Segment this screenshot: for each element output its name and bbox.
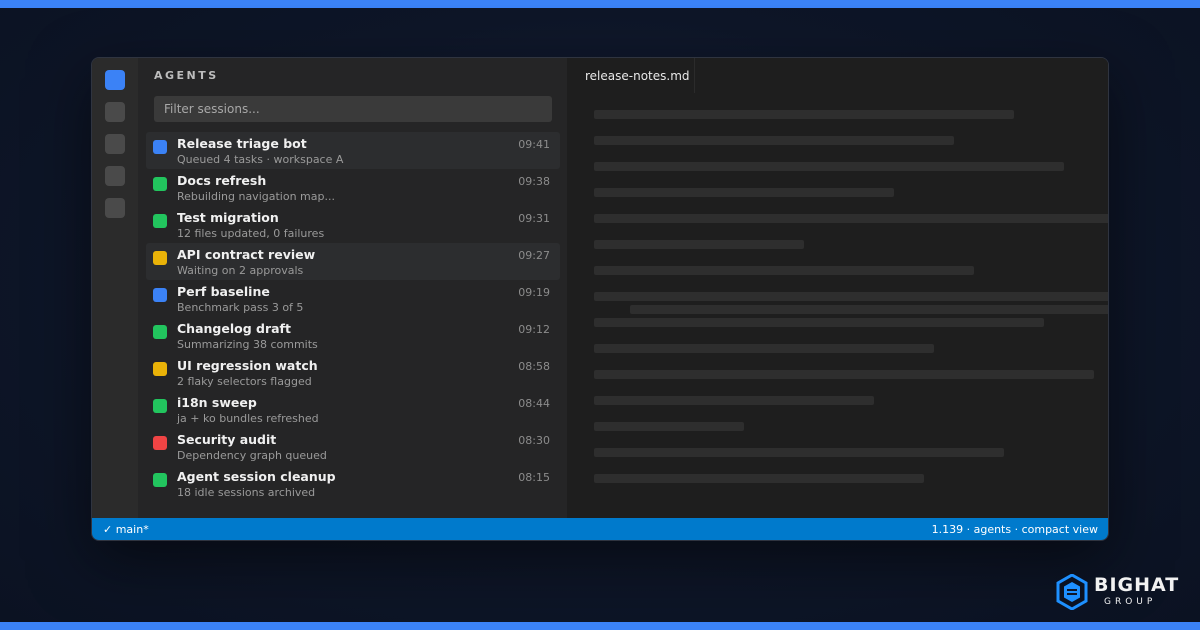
session-name: UI regression watch <box>177 358 318 373</box>
session-description: 2 flaky selectors flagged <box>177 375 312 388</box>
session-item[interactable]: UI regression watch 2 flaky selectors fla… <box>146 354 560 391</box>
text-line <box>594 396 874 405</box>
activity-item-3-icon[interactable] <box>105 134 125 154</box>
logo-name: BIGHAT <box>1094 574 1180 596</box>
status-info[interactable]: 1.139 · agents · compact view <box>932 523 1098 536</box>
session-description: Dependency graph queued <box>177 449 327 462</box>
session-time: 09:19 <box>518 286 550 299</box>
session-description: 18 idle sessions archived <box>177 486 316 499</box>
top-accent-bar <box>0 0 1200 8</box>
text-line <box>594 214 1108 223</box>
session-time: 08:30 <box>518 434 550 447</box>
session-name: Perf baseline <box>177 284 270 299</box>
session-item[interactable]: API contract review Waiting on 2 approval… <box>146 243 560 280</box>
session-name: i18n sweep <box>177 395 257 410</box>
session-description: Summarizing 38 commits <box>177 338 318 351</box>
app-window: AGENTS Release triage bot Queued 4 tasks … <box>91 57 1109 541</box>
session-item[interactable]: Release triage bot Queued 4 tasks · works… <box>146 132 560 169</box>
hexagon-logo-icon <box>1056 574 1088 610</box>
activity-item-2-icon[interactable] <box>105 102 125 122</box>
session-name: API contract review <box>177 247 316 262</box>
status-dot-icon <box>153 436 167 450</box>
session-description: ja + ko bundles refreshed <box>177 412 319 425</box>
bighat-logo: BIGHAT GROUP <box>1056 574 1180 610</box>
text-line <box>630 305 1108 314</box>
text-line <box>594 240 804 249</box>
status-branch[interactable]: ✓ main* <box>103 523 149 536</box>
session-item[interactable]: Changelog draft Summarizing 38 commits 09:… <box>146 317 560 354</box>
session-time: 09:27 <box>518 249 550 262</box>
tab-release-notes[interactable]: release-notes.md <box>567 58 695 93</box>
text-line <box>594 136 954 145</box>
session-name: Docs refresh <box>177 173 267 188</box>
text-line <box>594 422 744 431</box>
status-dot-icon <box>153 362 167 376</box>
status-dot-icon <box>153 399 167 413</box>
session-name: Release triage bot <box>177 136 307 151</box>
text-line <box>594 188 894 197</box>
status-dot-icon <box>153 325 167 339</box>
session-name: Changelog draft <box>177 321 291 336</box>
session-description: Waiting on 2 approvals <box>177 264 304 277</box>
session-item[interactable]: Security audit Dependency graph queued 08:… <box>146 428 560 465</box>
session-time: 09:41 <box>518 138 550 151</box>
session-name: Agent session cleanup <box>177 469 336 484</box>
session-item[interactable]: Perf baseline Benchmark pass 3 of 5 09:19 <box>146 280 560 317</box>
text-line <box>594 318 1044 327</box>
sidebar-title: AGENTS <box>154 69 219 82</box>
session-list: Release triage bot Queued 4 tasks · works… <box>146 132 560 502</box>
status-bar: ✓ main* 1.139 · agents · compact view <box>92 518 1108 540</box>
status-dot-icon <box>153 177 167 191</box>
session-time: 08:58 <box>518 360 550 373</box>
session-description: Queued 4 tasks · workspace A <box>177 153 344 166</box>
session-item[interactable]: Test migration 12 files updated, 0 failur… <box>146 206 560 243</box>
text-line <box>594 292 1108 301</box>
session-item[interactable]: i18n sweep ja + ko bundles refreshed 08:44 <box>146 391 560 428</box>
activity-agents-icon[interactable] <box>105 70 125 90</box>
session-description: Rebuilding navigation map... <box>177 190 335 203</box>
text-line <box>594 110 1014 119</box>
bottom-accent-bar <box>0 622 1200 630</box>
session-name: Security audit <box>177 432 277 447</box>
status-dot-icon <box>153 214 167 228</box>
status-dot-icon <box>153 288 167 302</box>
session-time: 09:38 <box>518 175 550 188</box>
activity-bar <box>92 58 138 518</box>
text-line <box>594 344 934 353</box>
filter-sessions-input[interactable] <box>154 96 552 122</box>
session-time: 09:31 <box>518 212 550 225</box>
logo-subtitle: GROUP <box>1104 597 1157 607</box>
session-description: 12 files updated, 0 failures <box>177 227 325 240</box>
status-dot-icon <box>153 140 167 154</box>
text-line <box>594 162 1064 171</box>
text-line <box>594 474 924 483</box>
session-time: 08:15 <box>518 471 550 484</box>
activity-item-5-icon[interactable] <box>105 198 125 218</box>
text-line <box>594 370 1094 379</box>
text-line <box>594 266 974 275</box>
session-name: Test migration <box>177 210 279 225</box>
activity-item-4-icon[interactable] <box>105 166 125 186</box>
session-item[interactable]: Agent session cleanup 18 idle sessions ar… <box>146 465 560 502</box>
editor-pane: release-notes.md <box>567 58 1108 518</box>
session-time: 09:12 <box>518 323 550 336</box>
session-item[interactable]: Docs refresh Rebuilding navigation map...… <box>146 169 560 206</box>
status-dot-icon <box>153 473 167 487</box>
tab-strip: release-notes.md <box>567 58 1108 93</box>
session-time: 08:44 <box>518 397 550 410</box>
agents-sidebar: AGENTS Release triage bot Queued 4 tasks … <box>138 58 567 518</box>
session-description: Benchmark pass 3 of 5 <box>177 301 304 314</box>
status-dot-icon <box>153 251 167 265</box>
text-line <box>594 448 1004 457</box>
